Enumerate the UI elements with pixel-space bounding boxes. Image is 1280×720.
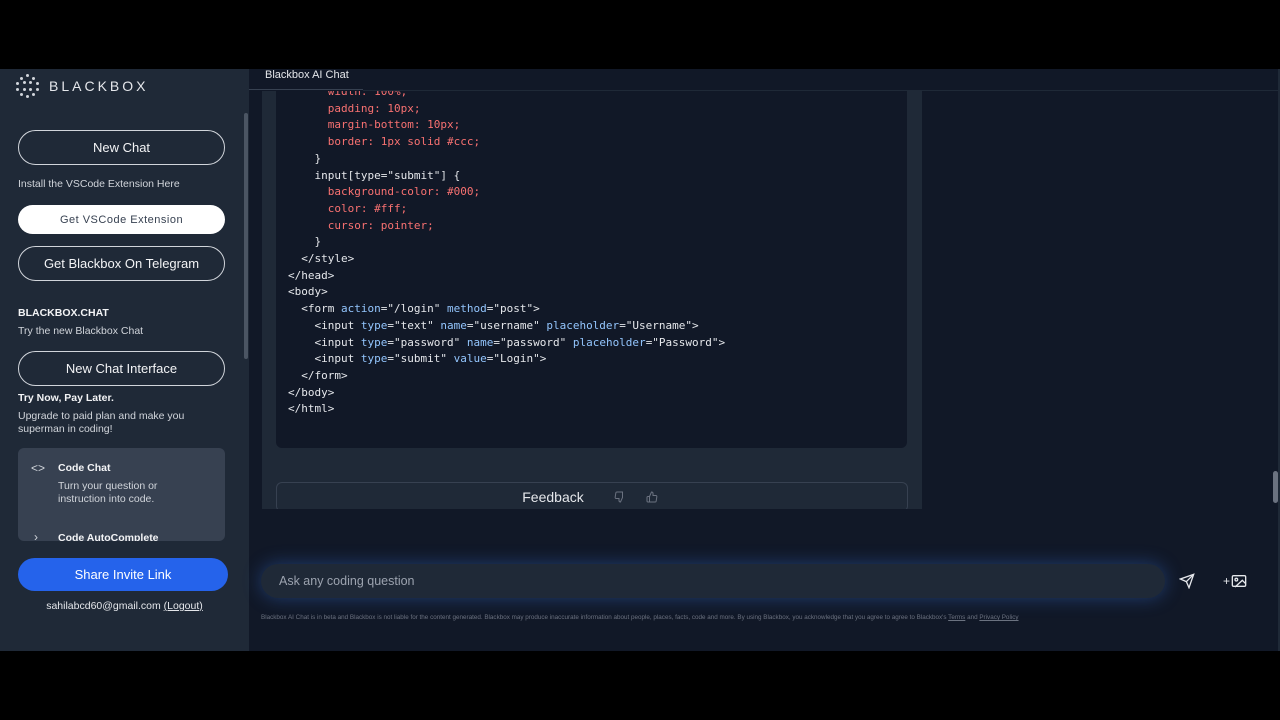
- code-line: cursor: pointer;: [327, 218, 434, 232]
- install-extension-text: Install the VSCode Extension Here: [18, 178, 180, 190]
- chat-input-container: [261, 564, 1165, 598]
- code-line: color: #fff;: [327, 201, 408, 215]
- code-line: <body>: [288, 285, 328, 299]
- share-invite-link-button[interactable]: Share Invite Link: [18, 558, 228, 591]
- app-window: BLACKBOX New Chat Install the VSCode Ext…: [0, 69, 1280, 651]
- code-line: </style>: [301, 252, 355, 266]
- brand-logo[interactable]: BLACKBOX: [15, 73, 148, 99]
- disclaimer-text: Blackbox AI Chat is in beta and Blackbox…: [261, 614, 1261, 621]
- send-icon[interactable]: [1176, 570, 1198, 592]
- chevron-right-icon: ›: [34, 530, 38, 541]
- chat-message: width: 100%; padding: 10px; margin-botto…: [262, 91, 922, 509]
- code-line: input[type="submit"] {: [314, 168, 461, 182]
- code-line: <input type="text" name="username" place…: [288, 318, 699, 332]
- feature-description: Turn your question or instruction into c…: [58, 480, 158, 505]
- feature-list: <> Code Chat Turn your question or instr…: [18, 448, 225, 541]
- code-content: width: 100%; padding: 10px; margin-botto…: [276, 91, 725, 418]
- privacy-policy-link[interactable]: Privacy Policy: [979, 614, 1018, 621]
- upgrade-text: Upgrade to paid plan and make you superm…: [18, 410, 185, 435]
- account-info: sahilabcd60@gmail.com (Logout): [0, 600, 249, 612]
- code-line: </body>: [288, 385, 335, 399]
- get-vscode-extension-button[interactable]: Get VSCode Extension: [18, 205, 225, 234]
- code-line: width: 100%;: [327, 91, 408, 98]
- sidebar-scrollbar[interactable]: [244, 113, 248, 359]
- code-brackets-icon: <>: [31, 461, 46, 475]
- blackbox-chat-heading: BLACKBOX.CHAT: [18, 307, 109, 319]
- code-line: margin-bottom: 10px;: [327, 118, 461, 132]
- thumbs-up-icon[interactable]: [642, 489, 662, 505]
- chat-scrollbar[interactable]: [1273, 471, 1278, 503]
- user-email: sahilabcd60@gmail.com: [46, 600, 161, 612]
- disclaimer-and: and: [967, 614, 978, 621]
- code-line: </html>: [288, 402, 335, 416]
- code-line: }: [314, 235, 322, 249]
- code-line: padding: 10px;: [327, 101, 421, 115]
- blackbox-logo-icon: [15, 73, 41, 99]
- code-line: <input type="password" name="password" p…: [288, 335, 726, 349]
- code-line: background-color: #000;: [327, 185, 481, 199]
- feedback-bar: Feedback: [276, 482, 908, 509]
- feature-title[interactable]: Code AutoComplete: [58, 532, 159, 541]
- new-chat-interface-button[interactable]: New Chat Interface: [18, 351, 225, 386]
- code-line: <input type="submit" value="Login">: [288, 352, 547, 366]
- add-image-icon[interactable]: +: [1223, 570, 1253, 592]
- blackbox-chat-subtext: Try the new Blackbox Chat: [18, 325, 144, 337]
- try-now-heading: Try Now, Pay Later.: [18, 392, 114, 404]
- thumbs-down-icon[interactable]: [610, 489, 630, 505]
- brand-name: BLACKBOX: [49, 78, 149, 94]
- code-block: width: 100%; padding: 10px; margin-botto…: [276, 91, 907, 448]
- code-line: border: 1px solid #ccc;: [327, 135, 481, 149]
- code-line: </head>: [288, 268, 335, 282]
- chat-input[interactable]: [261, 564, 1165, 598]
- terms-link[interactable]: Terms: [948, 614, 965, 621]
- feedback-label: Feedback: [522, 489, 584, 505]
- code-line: </form>: [301, 368, 348, 382]
- telegram-button[interactable]: Get Blackbox On Telegram: [18, 246, 225, 281]
- code-line: <form action="/login" method="post">: [288, 302, 540, 316]
- main-panel: Blackbox AI Chat width: 100%; padding: 1…: [249, 69, 1280, 651]
- tab-blackbox-ai-chat[interactable]: Blackbox AI Chat: [249, 69, 363, 90]
- logout-link[interactable]: (Logout): [164, 600, 203, 612]
- disclaimer-body: Blackbox AI Chat is in beta and Blackbox…: [261, 614, 947, 621]
- code-line: }: [314, 151, 322, 165]
- new-chat-button[interactable]: New Chat: [18, 130, 225, 165]
- feature-title[interactable]: Code Chat: [58, 462, 111, 474]
- sidebar: BLACKBOX New Chat Install the VSCode Ext…: [0, 69, 249, 651]
